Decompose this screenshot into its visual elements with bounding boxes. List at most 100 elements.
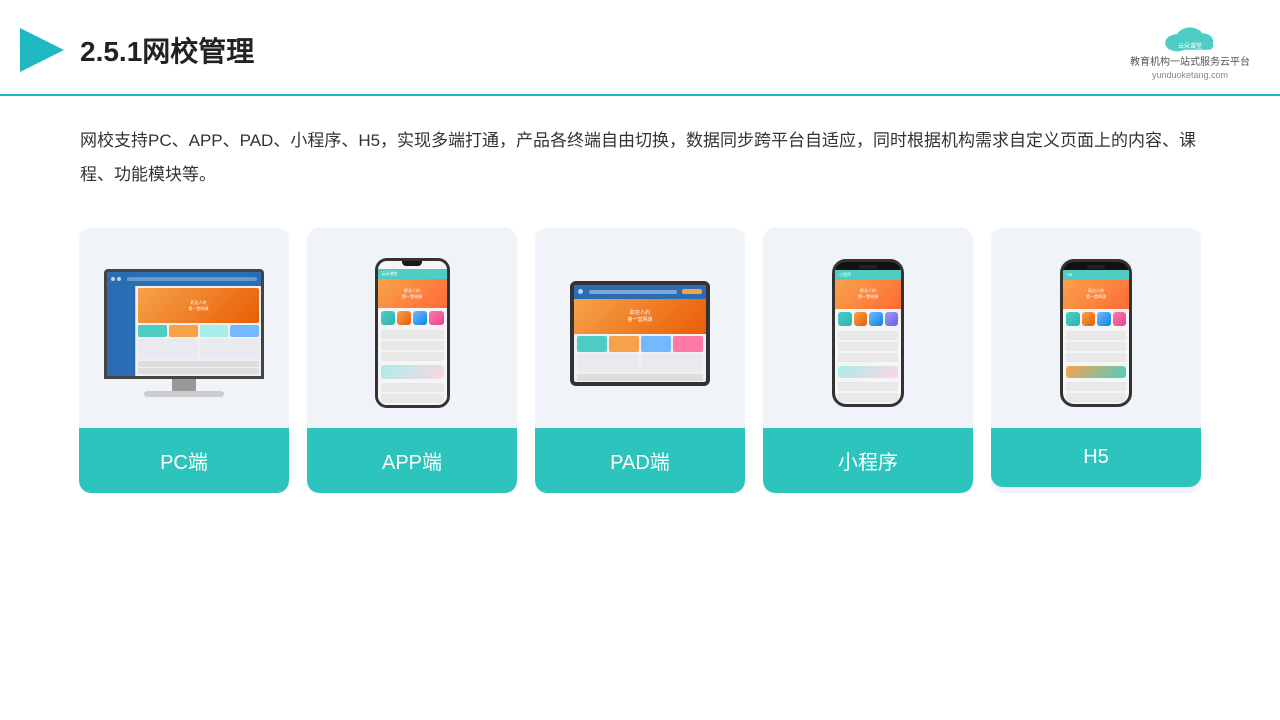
h5-icon-4 xyxy=(1113,312,1127,326)
pad-grid-1 xyxy=(577,336,607,352)
svg-text:云朵课堂: 云朵课堂 xyxy=(1178,42,1202,50)
mini-image-area: 小程序 职达人的第一堂网课 xyxy=(763,228,973,428)
mini-list-3 xyxy=(838,353,898,362)
pc-screen: 职达人的第一堂网课 xyxy=(104,269,264,379)
mini-icon-1 xyxy=(838,312,852,326)
h5-icon-1 xyxy=(1066,312,1080,326)
h5-list xyxy=(1063,329,1129,364)
pad-grid-3 xyxy=(641,336,671,352)
h5-card: H5 职达人的第一堂网课 xyxy=(991,228,1201,493)
mini-screen-banner: 职达人的第一堂网课 xyxy=(835,280,901,309)
pc-card: 职达人的第一堂网课 xyxy=(79,228,289,493)
app-phone-body: 云朵课堂 职达人的第一堂网课 xyxy=(375,258,450,408)
mini-list-2 xyxy=(838,342,898,351)
logo-tagline: 教育机构一站式服务云平台yunduoketang.com xyxy=(1130,56,1250,82)
mini-list-2 xyxy=(835,380,901,404)
app-list-1 xyxy=(381,330,444,339)
mini-device-mock: 小程序 职达人的第一堂网课 xyxy=(832,259,904,407)
h5-device-mock: H5 职达人的第一堂网课 xyxy=(1060,259,1132,407)
app-promo xyxy=(381,365,444,379)
pad-image-area: 职达人的第一堂网课 xyxy=(535,228,745,428)
mini-phone-body: 小程序 职达人的第一堂网课 xyxy=(832,259,904,407)
pad-device-mock: 职达人的第一堂网课 xyxy=(570,281,710,386)
pad-row-2 xyxy=(641,354,703,372)
app-icon-2 xyxy=(397,311,411,325)
h5-icons xyxy=(1063,309,1129,329)
app-screen-header: 云朵课堂 xyxy=(378,269,447,279)
mini-screen: 小程序 职达人的第一堂网课 xyxy=(835,270,901,404)
app-screen-banner: 职达人的第一堂网课 xyxy=(378,279,447,308)
pad-grid-4 xyxy=(673,336,703,352)
pc-device-mock: 职达人的第一堂网课 xyxy=(104,269,264,397)
mini-icon-2 xyxy=(854,312,868,326)
logo-area: 云朵课堂 教育机构一站式服务云平台yunduoketang.com xyxy=(1130,18,1250,82)
pad-label: PAD端 xyxy=(535,428,745,493)
h5-list-5 xyxy=(1066,393,1126,402)
device-cards-container: 职达人的第一堂网课 xyxy=(0,208,1280,493)
h5-list-1 xyxy=(1066,331,1126,340)
pc-stand xyxy=(172,379,196,391)
pad-card: 职达人的第一堂网课 xyxy=(535,228,745,493)
description-text: 网校支持PC、APP、PAD、小程序、H5，实现多端打通，产品各终端自由切换，数… xyxy=(0,96,1280,208)
mini-list-4 xyxy=(838,382,898,391)
h5-screen-banner: 职达人的第一堂网课 xyxy=(1063,280,1129,309)
pad-grid xyxy=(574,334,706,354)
h5-list-3 xyxy=(1066,353,1126,362)
pad-banner: 职达人的第一堂网课 xyxy=(574,299,706,334)
h5-image-area: H5 职达人的第一堂网课 xyxy=(991,228,1201,428)
mini-list-5 xyxy=(838,393,898,402)
pc-nav-dot xyxy=(117,277,121,281)
mini-card: 小程序 职达人的第一堂网课 xyxy=(763,228,973,493)
mini-icon-3 xyxy=(869,312,883,326)
app-screen-icons xyxy=(378,308,447,328)
mini-label: 小程序 xyxy=(763,428,973,493)
page-title: 2.5.1网校管理 xyxy=(80,30,254,70)
h5-notch-bar xyxy=(1063,262,1129,270)
app-screen-list-2 xyxy=(378,381,447,405)
h5-list-2 xyxy=(1063,380,1129,404)
app-list-4 xyxy=(381,383,444,392)
play-icon xyxy=(20,28,64,72)
header-left: 2.5.1网校管理 xyxy=(20,28,254,72)
mini-notch xyxy=(859,265,877,269)
h5-notch xyxy=(1087,265,1105,269)
h5-screen-header: H5 xyxy=(1063,270,1129,280)
mini-icons xyxy=(835,309,901,329)
app-screen-list xyxy=(378,328,447,363)
description-content: 网校支持PC、APP、PAD、小程序、H5，实现多端打通，产品各终端自由切换，数… xyxy=(80,131,1196,184)
mini-screen-header: 小程序 xyxy=(835,270,901,280)
pad-row xyxy=(574,354,706,374)
pc-nav-dot xyxy=(111,277,115,281)
pc-label: PC端 xyxy=(79,428,289,493)
mini-list xyxy=(835,329,901,364)
mini-list-1 xyxy=(838,331,898,340)
pad-nav xyxy=(574,285,706,299)
h5-list-2 xyxy=(1066,342,1126,351)
pad-grid-2 xyxy=(609,336,639,352)
pc-image-area: 职达人的第一堂网课 xyxy=(79,228,289,428)
app-list-5 xyxy=(381,394,444,403)
h5-icon-3 xyxy=(1097,312,1111,326)
app-icon-4 xyxy=(429,311,443,325)
h5-list-4 xyxy=(1066,382,1126,391)
app-list-3 xyxy=(381,352,444,361)
page-header: 2.5.1网校管理 云朵课堂 教育机构一站式服务云平台yunduoketang.… xyxy=(0,0,1280,96)
app-card: 云朵课堂 职达人的第一堂网课 xyxy=(307,228,517,493)
app-phone-notch xyxy=(402,261,422,266)
pc-nav-bar xyxy=(107,272,261,286)
mini-notch-bar xyxy=(835,262,901,270)
mini-icon-4 xyxy=(885,312,899,326)
app-device-mock: 云朵课堂 职达人的第一堂网课 xyxy=(375,258,450,408)
app-icon-1 xyxy=(381,311,395,325)
h5-screen: H5 职达人的第一堂网课 xyxy=(1063,270,1129,404)
app-icon-3 xyxy=(413,311,427,325)
pc-base xyxy=(144,391,224,397)
h5-label: H5 xyxy=(991,428,1201,487)
app-label: APP端 xyxy=(307,428,517,493)
app-list-2 xyxy=(381,341,444,350)
cloud-logo-icon: 云朵课堂 xyxy=(1160,18,1220,54)
pad-tablet-screen: 职达人的第一堂网课 xyxy=(574,285,706,382)
h5-icon-2 xyxy=(1082,312,1096,326)
pc-screen-inner: 职达人的第一堂网课 xyxy=(107,272,261,376)
app-image-area: 云朵课堂 职达人的第一堂网课 xyxy=(307,228,517,428)
